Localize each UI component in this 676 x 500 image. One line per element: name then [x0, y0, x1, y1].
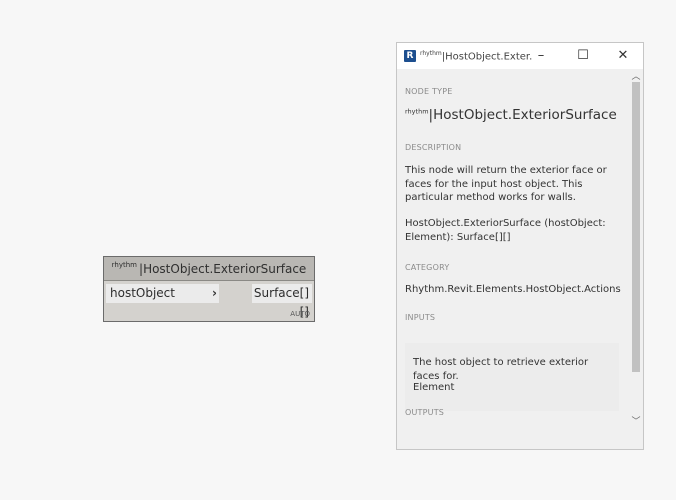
- input-type: Element: [413, 382, 455, 393]
- vertical-scrollbar[interactable]: ︿ ﹀: [629, 69, 643, 449]
- input-port-hostobject[interactable]: hostObject ›: [106, 284, 219, 303]
- category-label: CATEGORY: [405, 263, 450, 272]
- node-header[interactable]: rhythm | HostObject.ExteriorSurface: [104, 257, 314, 281]
- info-content: NODE TYPE rhythm|HostObject.ExteriorSurf…: [397, 69, 629, 449]
- inputs-label: INPUTS: [405, 313, 436, 322]
- node-type-value: rhythm|HostObject.ExteriorSurface: [405, 107, 617, 123]
- close-button[interactable]: ✕: [603, 43, 643, 69]
- node-prefix: rhythm: [111, 260, 138, 269]
- node-type-name: HostObject.ExteriorSurface: [433, 107, 617, 123]
- scroll-down-icon[interactable]: ﹀: [629, 414, 643, 427]
- description-text: This node will return the exterior face …: [405, 165, 607, 203]
- maximize-button[interactable]: ☐: [563, 43, 603, 69]
- scroll-up-icon[interactable]: ︿: [629, 69, 643, 82]
- outputs-label: OUTPUTS: [405, 408, 445, 417]
- title-bar[interactable]: R rhythm|HostObject.Exter... – ☐ ✕: [397, 43, 643, 69]
- node-type-label: NODE TYPE: [405, 87, 453, 96]
- dynamo-node[interactable]: rhythm | HostObject.ExteriorSurface host…: [103, 256, 315, 322]
- description-label: DESCRIPTION: [405, 143, 462, 152]
- node-info-window: R rhythm|HostObject.Exter... – ☐ ✕ NODE …: [396, 42, 644, 450]
- chevron-right-icon: ›: [212, 286, 217, 300]
- output-port-surface[interactable]: Surface[][]: [252, 284, 312, 319]
- lacing-label: AUTO: [290, 310, 310, 318]
- window-title: rhythm|HostObject.Exter...: [420, 50, 532, 62]
- window-title-text: HostObject.Exter...: [445, 51, 532, 63]
- category-text: Rhythm.Revit.Elements.HostObject.Actions: [405, 284, 621, 295]
- window-title-prefix: rhythm: [420, 49, 442, 57]
- node-type-prefix: rhythm: [405, 107, 429, 116]
- revit-app-icon: R: [404, 50, 416, 62]
- input-description-box: The host object to retrieve exterior fac…: [405, 343, 619, 411]
- input-description: The host object to retrieve exterior fac…: [413, 357, 589, 382]
- scrollbar-thumb[interactable]: [632, 82, 640, 372]
- minimize-button[interactable]: –: [521, 43, 561, 69]
- input-port-label: hostObject: [110, 286, 175, 300]
- node-title: HostObject.ExteriorSurface: [143, 261, 307, 276]
- signature-text: HostObject.ExteriorSurface (hostObject: …: [405, 218, 606, 243]
